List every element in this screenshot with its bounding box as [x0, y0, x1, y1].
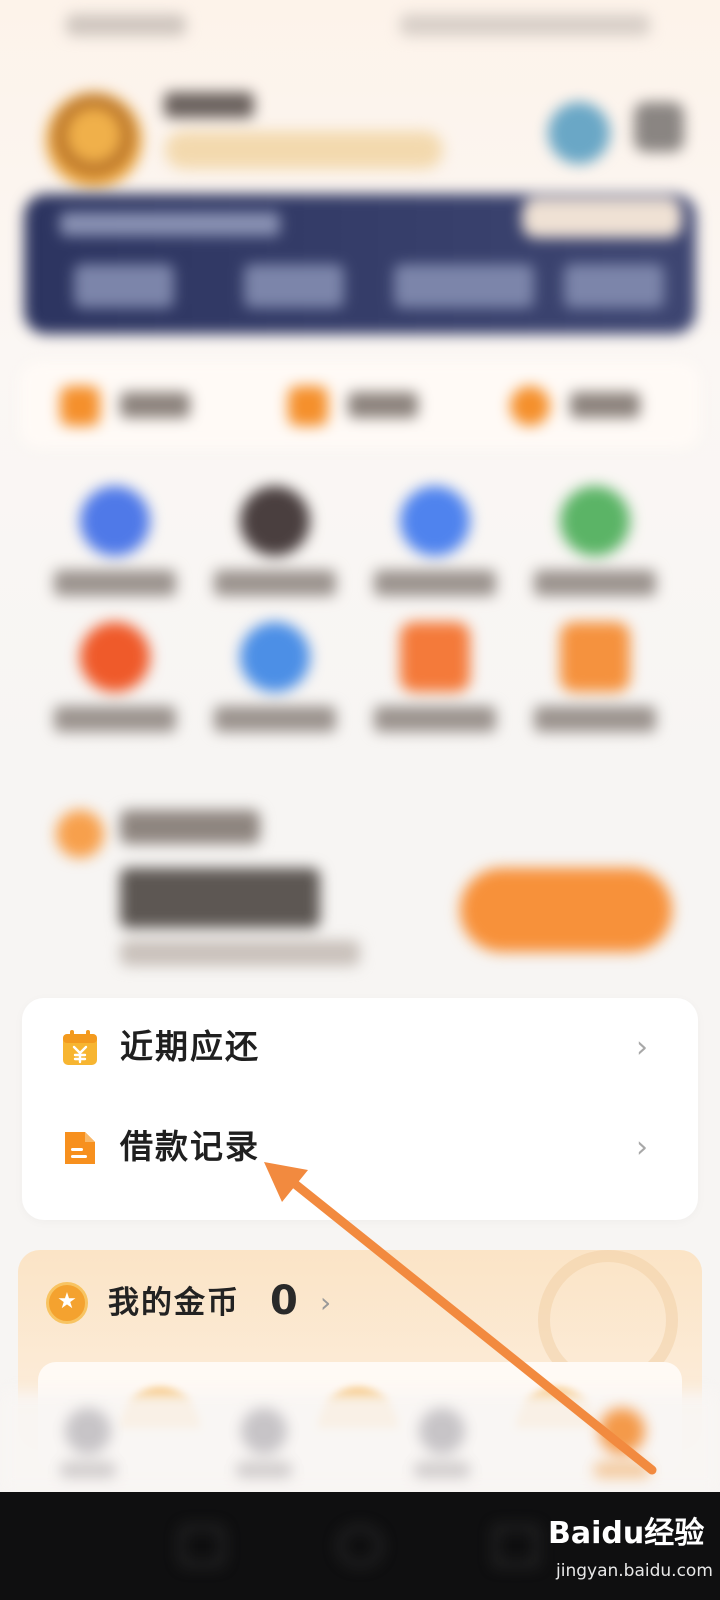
chevron-right-icon: ›: [636, 1030, 648, 1065]
tab-label: [594, 1462, 650, 1478]
vip-title: [60, 212, 280, 236]
feature-icon: [560, 486, 630, 556]
feature-icon: [400, 486, 470, 556]
chevron-right-icon: ›: [320, 1286, 332, 1319]
tab-label: [236, 1462, 292, 1478]
quick-action-icon: [60, 386, 100, 426]
watermark: Baidu经验 jingyan.baidu.com: [548, 1508, 720, 1598]
feature-item[interactable]: [530, 614, 660, 734]
chevron-right-icon: ›: [636, 1130, 648, 1165]
settings-icon[interactable]: [634, 102, 684, 152]
user-name: [164, 92, 254, 118]
tab-icon: [419, 1408, 465, 1454]
feature-label: [214, 706, 336, 732]
feature-item[interactable]: [210, 614, 340, 734]
recents-button[interactable]: [180, 1526, 224, 1566]
quick-action-icon: [510, 386, 550, 426]
profile-icon: [599, 1408, 645, 1454]
back-button[interactable]: [494, 1526, 538, 1566]
vip-stat: [394, 264, 534, 308]
quick-action-label: [120, 392, 190, 418]
menu-item-upcoming-repayment[interactable]: 近期应还 ›: [22, 998, 698, 1098]
tab-home[interactable]: [58, 1408, 118, 1488]
loan-amount: [120, 868, 320, 928]
star-coin-icon: ★: [46, 1282, 88, 1324]
loan-icon: [56, 810, 104, 858]
feature-icon: [560, 622, 630, 692]
quick-action-label: [348, 392, 418, 418]
tab-third[interactable]: [412, 1408, 472, 1488]
menu-item-label: 近期应还: [120, 1027, 260, 1066]
avatar[interactable]: [46, 92, 142, 188]
feature-label: [214, 570, 336, 596]
tab-second[interactable]: [234, 1408, 294, 1488]
loan-card: [20, 790, 700, 990]
tab-mine[interactable]: [592, 1408, 652, 1488]
service-icon[interactable]: [548, 102, 610, 164]
feature-icon: [80, 486, 150, 556]
feature-item[interactable]: [210, 478, 340, 598]
feature-grid: [20, 478, 700, 758]
app-screen: 近期应还 › 借款记录 › ★ 我的金币 0 › Baidu经验 jingyan…: [0, 0, 720, 1600]
feature-label: [374, 570, 496, 596]
feature-label: [54, 570, 176, 596]
feature-label: [54, 706, 176, 732]
feature-item[interactable]: [50, 614, 180, 734]
status-icons: [400, 14, 650, 36]
status-time: [66, 14, 186, 36]
feature-item[interactable]: [370, 478, 500, 598]
quick-action-icon: [288, 386, 328, 426]
feature-icon: [240, 486, 310, 556]
feature-item[interactable]: [370, 614, 500, 734]
calendar-yen-icon: [63, 1030, 97, 1065]
feature-icon: [240, 622, 310, 692]
feature-icon: [400, 622, 470, 692]
vip-banner[interactable]: [24, 194, 696, 334]
document-icon: [65, 1132, 95, 1164]
vip-tab[interactable]: [522, 198, 682, 238]
quick-action[interactable]: [60, 382, 210, 426]
feature-label: [534, 570, 656, 596]
user-tags[interactable]: [164, 130, 444, 170]
loan-menu-card: 近期应还 › 借款记录 ›: [22, 998, 698, 1220]
loan-subtitle: [120, 940, 360, 966]
quick-action[interactable]: [288, 382, 438, 426]
coins-label: 我的金币: [108, 1285, 240, 1321]
feature-item[interactable]: [50, 478, 180, 598]
menu-item-loan-records[interactable]: 借款记录 ›: [22, 1098, 698, 1198]
vip-stat: [74, 264, 174, 308]
home-icon: [65, 1408, 111, 1454]
status-bar: [0, 0, 720, 60]
tab-label: [60, 1462, 116, 1478]
loan-title: [120, 810, 260, 844]
feature-item[interactable]: [530, 478, 660, 598]
feature-label: [534, 706, 656, 732]
vip-stat: [244, 264, 344, 308]
vip-stat: [564, 264, 664, 308]
coins-value: 0: [270, 1278, 298, 1324]
tab-label: [414, 1462, 470, 1478]
watermark-brand: Baidu经验: [548, 1516, 705, 1551]
quick-action-label: [570, 392, 640, 418]
quick-actions: [20, 362, 700, 448]
tab-icon: [241, 1408, 287, 1454]
borrow-button[interactable]: [460, 868, 672, 952]
bottom-tab-bar: [0, 1392, 720, 1492]
watermark-url: jingyan.baidu.com: [556, 1561, 713, 1581]
home-button[interactable]: [338, 1526, 382, 1566]
feature-label: [374, 706, 496, 732]
quick-action[interactable]: [510, 382, 660, 426]
feature-icon: [80, 622, 150, 692]
menu-item-label: 借款记录: [120, 1127, 260, 1166]
profile-header: [0, 72, 720, 192]
